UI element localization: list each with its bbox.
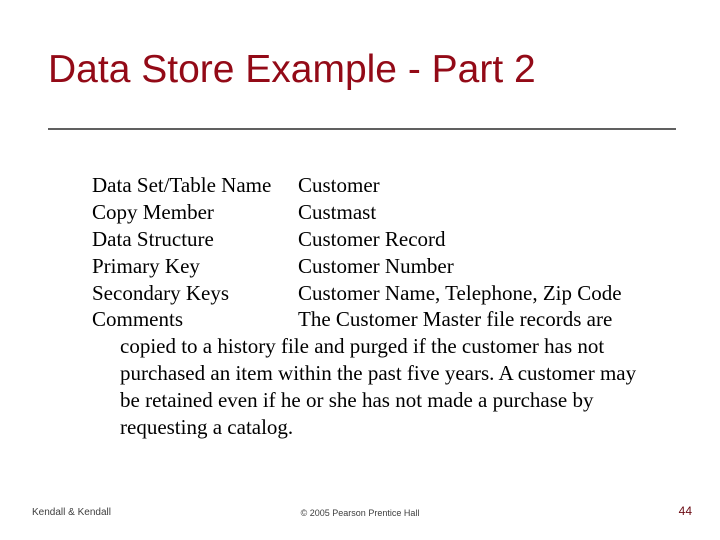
value-secondary-keys: Customer Name, Telephone, Zip Code: [298, 280, 660, 307]
label-dataset: Data Set/Table Name: [92, 172, 298, 199]
row-data-structure: Data Structure Customer Record: [92, 226, 660, 253]
label-data-structure: Data Structure: [92, 226, 298, 253]
row-dataset: Data Set/Table Name Customer: [92, 172, 660, 199]
slide: Data Store Example - Part 2 Data Set/Tab…: [0, 0, 720, 540]
value-comments-first: The Customer Master file records are: [298, 306, 660, 333]
label-comments: Comments: [92, 306, 298, 333]
value-dataset: Customer: [298, 172, 660, 199]
label-primary-key: Primary Key: [92, 253, 298, 280]
title-divider: [48, 128, 676, 130]
slide-title: Data Store Example - Part 2: [48, 48, 672, 92]
value-copy-member: Custmast: [298, 199, 660, 226]
row-copy-member: Copy Member Custmast: [92, 199, 660, 226]
content-area: Data Set/Table Name Customer Copy Member…: [92, 172, 660, 441]
row-primary-key: Primary Key Customer Number: [92, 253, 660, 280]
row-comments: Comments The Customer Master file record…: [92, 306, 660, 440]
comments-first-line: Comments The Customer Master file record…: [92, 306, 660, 333]
footer-copyright: © 2005 Pearson Prentice Hall: [0, 508, 720, 518]
value-data-structure: Customer Record: [298, 226, 660, 253]
footer-page-number: 44: [679, 504, 692, 518]
label-secondary-keys: Secondary Keys: [92, 280, 298, 307]
label-copy-member: Copy Member: [92, 199, 298, 226]
value-comments-rest: copied to a history file and purged if t…: [92, 333, 660, 441]
row-secondary-keys: Secondary Keys Customer Name, Telephone,…: [92, 280, 660, 307]
value-primary-key: Customer Number: [298, 253, 660, 280]
